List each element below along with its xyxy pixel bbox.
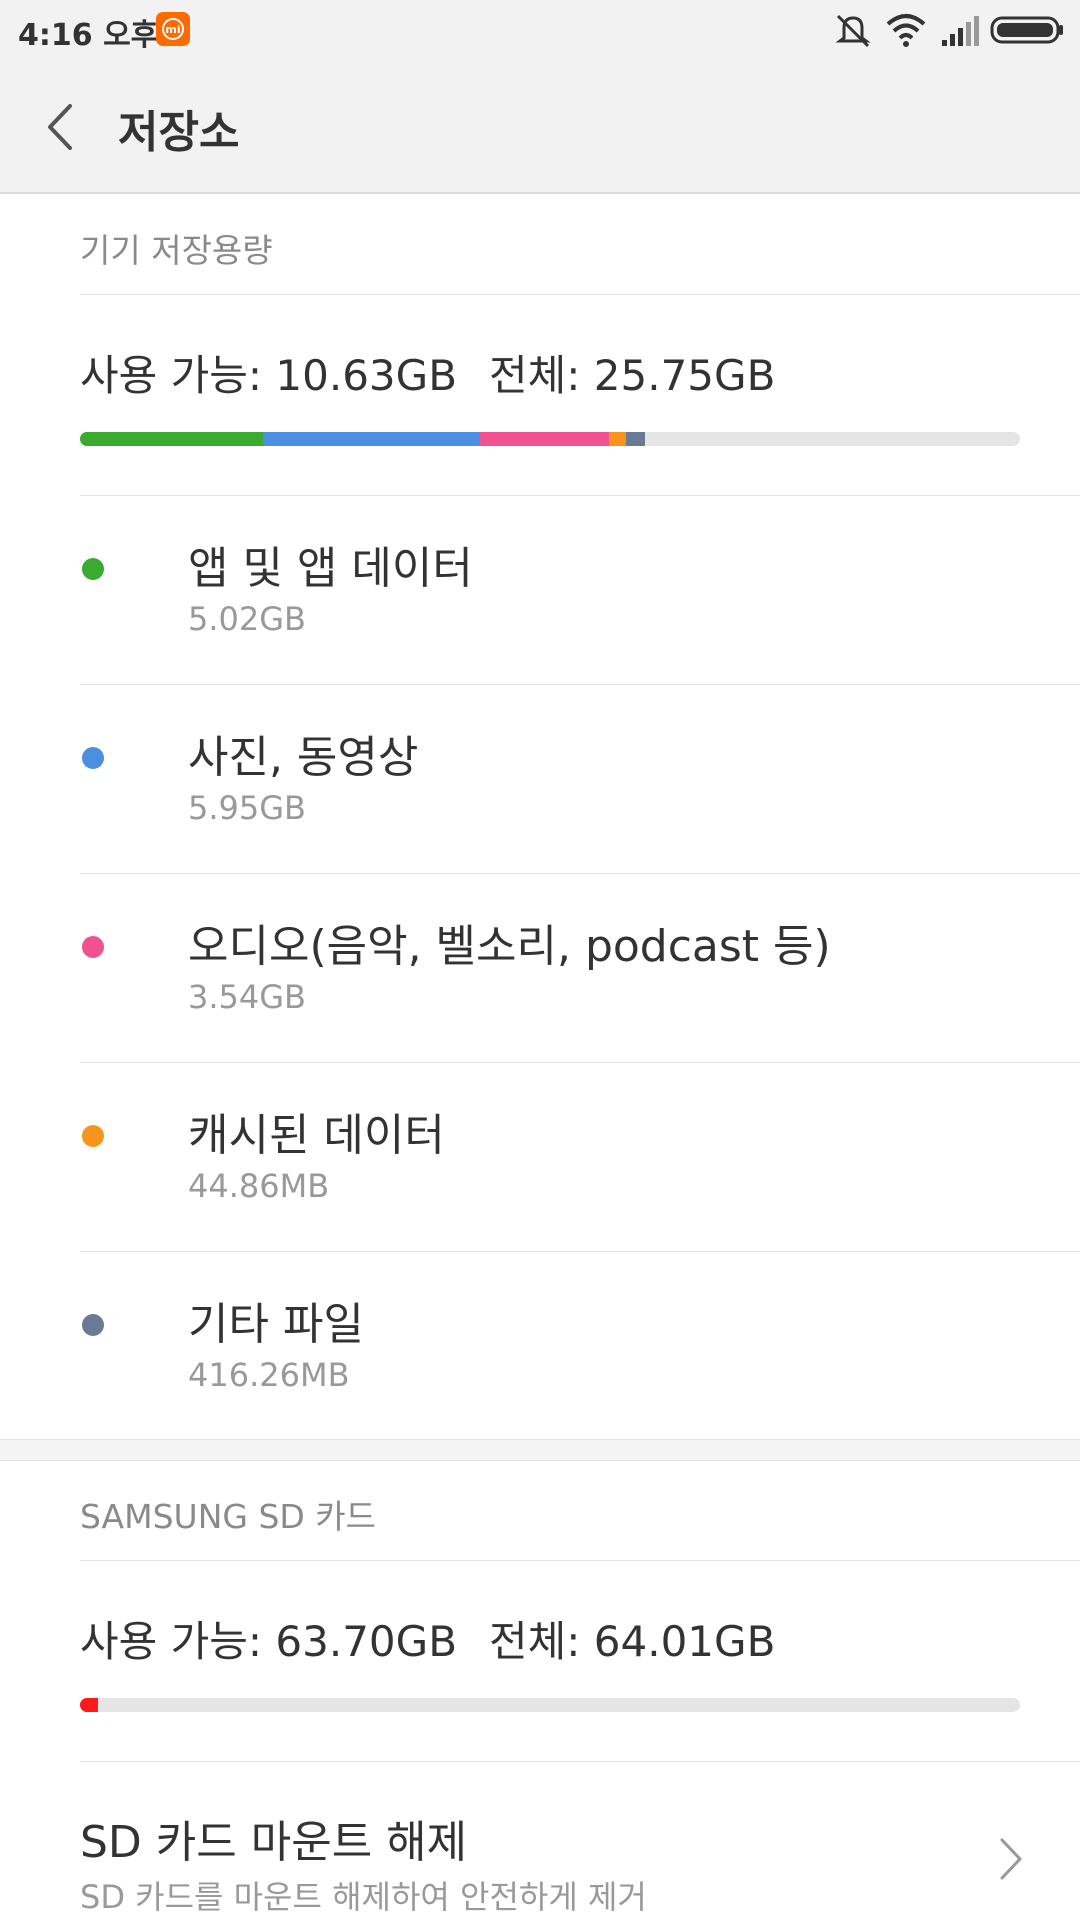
unmount-sd-card-item[interactable]: SD 카드 마운트 해제 SD 카드를 마운트 해제하여 안전하게 제거: [0, 1762, 1080, 1932]
storage-category-item[interactable]: 사진, 동영상 5.95GB: [0, 685, 1080, 873]
device-storage-usage-bar: [80, 432, 1020, 446]
category-color-dot: [82, 1314, 104, 1336]
usage-segment-apps: [80, 432, 264, 446]
chevron-right-icon: [1000, 1838, 1022, 1880]
usage-segment-photos: [263, 432, 481, 446]
category-size: 416.26MB: [188, 1356, 350, 1394]
storage-category-item[interactable]: 오디오(음악, 벨소리, podcast 등) 3.54GB: [0, 874, 1080, 1062]
usage-segment-cache: [609, 432, 627, 446]
page-title: 저장소: [118, 107, 240, 158]
status-time: 4:16 오후: [18, 18, 159, 53]
category-size: 3.54GB: [188, 978, 306, 1016]
back-arrow-icon[interactable]: [38, 102, 84, 152]
signal-icon: [942, 16, 979, 46]
mi-badge-text: mi: [162, 18, 184, 40]
divider: [80, 294, 1080, 295]
wifi-icon: [886, 14, 926, 47]
category-size: 5.95GB: [188, 789, 306, 827]
category-label: 앱 및 앱 데이터: [188, 543, 473, 594]
category-color-dot: [82, 747, 104, 769]
sd-total-label: 전체: 64.01GB: [489, 1617, 776, 1666]
unmount-description: SD 카드를 마운트 해제하여 안전하게 제거: [80, 1878, 647, 1916]
sd-available-label: 사용 가능: 63.70GB: [80, 1617, 458, 1666]
category-color-dot: [82, 1125, 104, 1147]
sd-card-usage-bar: [80, 1698, 1020, 1712]
category-color-dot: [82, 936, 104, 958]
mute-icon: [835, 14, 871, 48]
category-size: 44.86MB: [188, 1167, 330, 1205]
usage-segment-audio: [480, 432, 610, 446]
device-storage-summary: 사용 가능: 10.63GB 전체: 25.75GB: [80, 342, 775, 403]
total-label: 전체: 25.75GB: [489, 351, 776, 400]
section-gap: [0, 1440, 1080, 1460]
divider: [80, 1560, 1080, 1561]
available-label: 사용 가능: 10.63GB: [80, 351, 458, 400]
category-label: 기타 파일: [188, 1299, 364, 1350]
storage-category-item[interactable]: 앱 및 앱 데이터 5.02GB: [0, 496, 1080, 684]
storage-category-item[interactable]: 캐시된 데이터 44.86MB: [0, 1063, 1080, 1251]
category-color-dot: [82, 558, 104, 580]
app-bar: 저장소: [0, 60, 1080, 194]
sd-card-summary: 사용 가능: 63.70GB 전체: 64.01GB: [80, 1608, 775, 1669]
device-storage-header: 기기 저장용량: [80, 231, 273, 270]
category-size: 5.02GB: [188, 600, 306, 638]
battery-icon: [990, 16, 1063, 44]
status-bar: 4:16 오후 mi: [0, 0, 1080, 60]
unmount-label: SD 카드 마운트 해제: [80, 1817, 468, 1868]
category-label: 오디오(음악, 벨소리, podcast 등): [188, 921, 831, 972]
storage-category-item[interactable]: 기타 파일 416.26MB: [0, 1252, 1080, 1440]
category-label: 캐시된 데이터: [188, 1110, 445, 1161]
divider: [0, 1460, 1080, 1461]
category-label: 사진, 동영상: [188, 732, 419, 783]
sd-card-header: SAMSUNG SD 카드: [80, 1497, 377, 1536]
usage-segment-other: [626, 432, 645, 446]
mi-notification-icon: mi: [156, 12, 190, 46]
usage-segment-used: [80, 1698, 98, 1712]
